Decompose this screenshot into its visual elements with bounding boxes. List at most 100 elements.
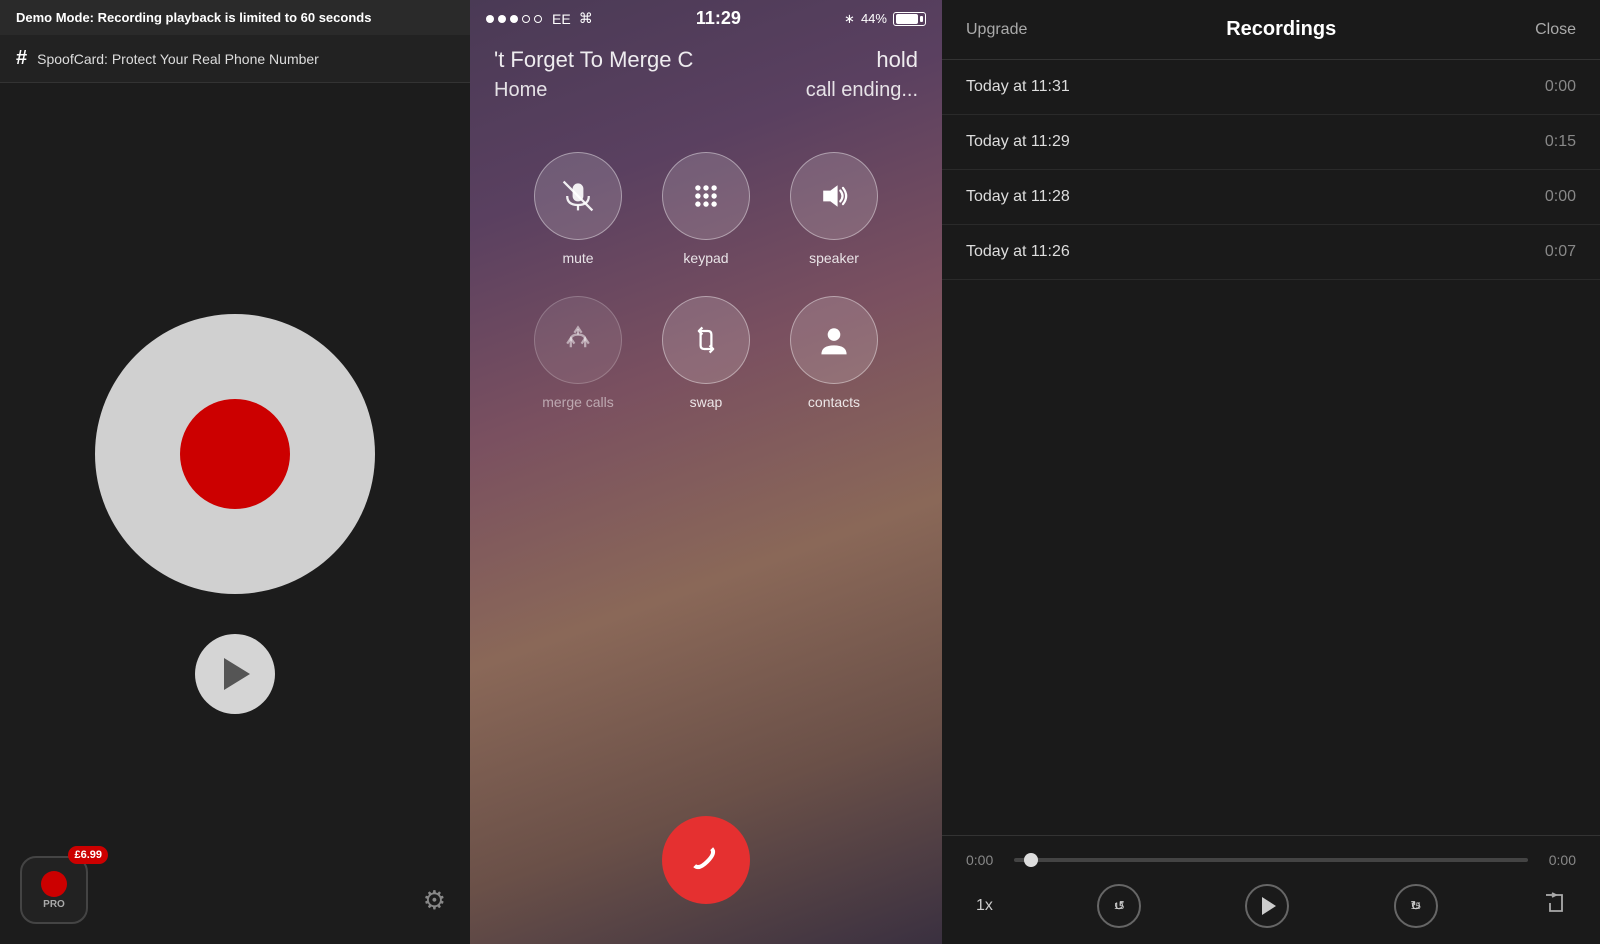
recordings-header: Upgrade Recordings Close — [942, 0, 1600, 60]
record-button[interactable] — [95, 314, 375, 594]
contacts-button[interactable]: contacts — [790, 296, 878, 410]
call-buttons: mute keypad — [470, 132, 942, 796]
call-btn-row-2: merge calls swap — [534, 296, 878, 410]
keypad-icon — [688, 178, 724, 214]
recording-duration-2: 0:15 — [1545, 133, 1576, 151]
pro-red-dot — [41, 871, 67, 897]
rewind-button[interactable]: ↺ 15 — [1097, 884, 1141, 928]
phone-panel: EE ⌘ 11:29 ∗ 44% 't Forget To Merge C ho… — [470, 0, 942, 944]
contacts-icon — [816, 322, 852, 358]
timeline-track[interactable] — [1014, 858, 1528, 862]
home-label: Home — [494, 79, 547, 102]
record-dot — [180, 399, 290, 509]
battery-fill — [896, 14, 918, 24]
call-status-row: Home call ending... — [470, 79, 942, 102]
signal-dot-3 — [510, 15, 518, 23]
recording-item-1[interactable]: Today at 11:31 0:00 — [942, 60, 1600, 115]
settings-button[interactable]: ⚙ — [423, 885, 446, 916]
end-call-area — [470, 796, 942, 944]
upgrade-button[interactable]: Upgrade — [966, 21, 1027, 39]
mute-button[interactable]: mute — [534, 152, 622, 266]
contacts-label: contacts — [808, 394, 860, 410]
contacts-icon-circle — [790, 296, 878, 384]
forward-seconds: 15 — [1411, 901, 1421, 911]
share-button[interactable] — [1542, 891, 1566, 921]
recording-time-1: Today at 11:31 — [966, 78, 1070, 96]
player-timeline: 0:00 0:00 — [966, 852, 1576, 868]
spoof-label: SpoofCard: Protect Your Real Phone Numbe… — [37, 51, 319, 67]
swap-button[interactable]: swap — [662, 296, 750, 410]
signal-dot-4 — [522, 15, 530, 23]
demo-bar: Demo Mode: Recording playback is limited… — [0, 0, 470, 35]
speaker-icon — [816, 178, 852, 214]
status-left: EE ⌘ — [486, 10, 593, 27]
end-call-icon — [688, 842, 724, 878]
keypad-icon-circle — [662, 152, 750, 240]
keypad-button[interactable]: keypad — [662, 152, 750, 266]
call-header: 't Forget To Merge C hold — [470, 37, 942, 79]
bluetooth-icon: ∗ — [844, 11, 855, 27]
player-end-time: 0:00 — [1540, 852, 1576, 868]
timeline-thumb[interactable] — [1024, 853, 1038, 867]
share-icon — [1542, 891, 1566, 915]
merge-calls-button[interactable]: merge calls — [534, 296, 622, 410]
status-right: ∗ 44% — [844, 11, 926, 27]
battery-tip — [920, 16, 923, 22]
signal-dot-1 — [486, 15, 494, 23]
speaker-button[interactable]: speaker — [790, 152, 878, 266]
pro-icon-wrap[interactable]: PRO £6.99 — [20, 856, 88, 924]
recording-duration-4: 0:07 — [1545, 243, 1576, 261]
speaker-icon-circle — [790, 152, 878, 240]
battery-icon — [893, 12, 926, 26]
pro-label: PRO — [43, 899, 65, 910]
close-button[interactable]: Close — [1535, 21, 1576, 39]
left-panel: Demo Mode: Recording playback is limited… — [0, 0, 470, 944]
call-header-text: 't Forget To Merge C — [494, 47, 693, 72]
demo-mode-detail: Recording playback is limited to 60 seco… — [98, 10, 372, 25]
recording-time-4: Today at 11:26 — [966, 243, 1070, 261]
play-button[interactable] — [195, 634, 275, 714]
swap-label: swap — [690, 394, 723, 410]
bottom-left-area: PRO £6.99 — [20, 856, 88, 924]
recording-time-3: Today at 11:28 — [966, 188, 1070, 206]
speaker-label: speaker — [809, 250, 859, 266]
recordings-list: Today at 11:31 0:00 Today at 11:29 0:15 … — [942, 60, 1600, 835]
record-area — [0, 83, 470, 944]
recordings-title: Recordings — [1226, 18, 1336, 41]
player-area: 0:00 0:00 1x ↺ 15 ↻ 15 — [942, 835, 1600, 944]
player-play-icon — [1262, 897, 1276, 915]
swap-icon — [688, 322, 724, 358]
merge-calls-label: merge calls — [542, 394, 614, 410]
hash-icon: # — [16, 47, 27, 70]
right-panel: Upgrade Recordings Close Today at 11:31 … — [942, 0, 1600, 944]
call-btn-row-1: mute keypad — [534, 152, 878, 266]
recording-time-2: Today at 11:29 — [966, 133, 1070, 151]
speed-button[interactable]: 1x — [976, 897, 993, 915]
swap-icon-circle — [662, 296, 750, 384]
merge-calls-icon — [560, 322, 596, 358]
battery-percent: 44% — [861, 11, 887, 26]
pro-icon-circle: PRO — [20, 856, 88, 924]
mute-icon-circle — [534, 152, 622, 240]
play-icon — [224, 658, 250, 690]
recording-item-4[interactable]: Today at 11:26 0:07 — [942, 225, 1600, 280]
mute-label: mute — [562, 250, 593, 266]
merge-icon-circle — [534, 296, 622, 384]
recording-item-3[interactable]: Today at 11:28 0:00 — [942, 170, 1600, 225]
signal-dot-5 — [534, 15, 542, 23]
forward-button[interactable]: ↻ 15 — [1394, 884, 1438, 928]
mute-icon — [560, 178, 596, 214]
price-badge: £6.99 — [68, 846, 108, 864]
rewind-seconds: 15 — [1114, 901, 1124, 911]
recording-item-2[interactable]: Today at 11:29 0:15 — [942, 115, 1600, 170]
player-play-button[interactable] — [1245, 884, 1289, 928]
status-bar: EE ⌘ 11:29 ∗ 44% — [470, 0, 942, 37]
spoof-banner[interactable]: # SpoofCard: Protect Your Real Phone Num… — [0, 35, 470, 83]
keypad-label: keypad — [683, 250, 728, 266]
hold-label: hold — [876, 47, 918, 73]
end-call-button[interactable] — [662, 816, 750, 904]
call-ending-label: call ending... — [806, 79, 918, 102]
clock: 11:29 — [696, 8, 741, 29]
player-start-time: 0:00 — [966, 852, 1002, 868]
recording-duration-3: 0:00 — [1545, 188, 1576, 206]
